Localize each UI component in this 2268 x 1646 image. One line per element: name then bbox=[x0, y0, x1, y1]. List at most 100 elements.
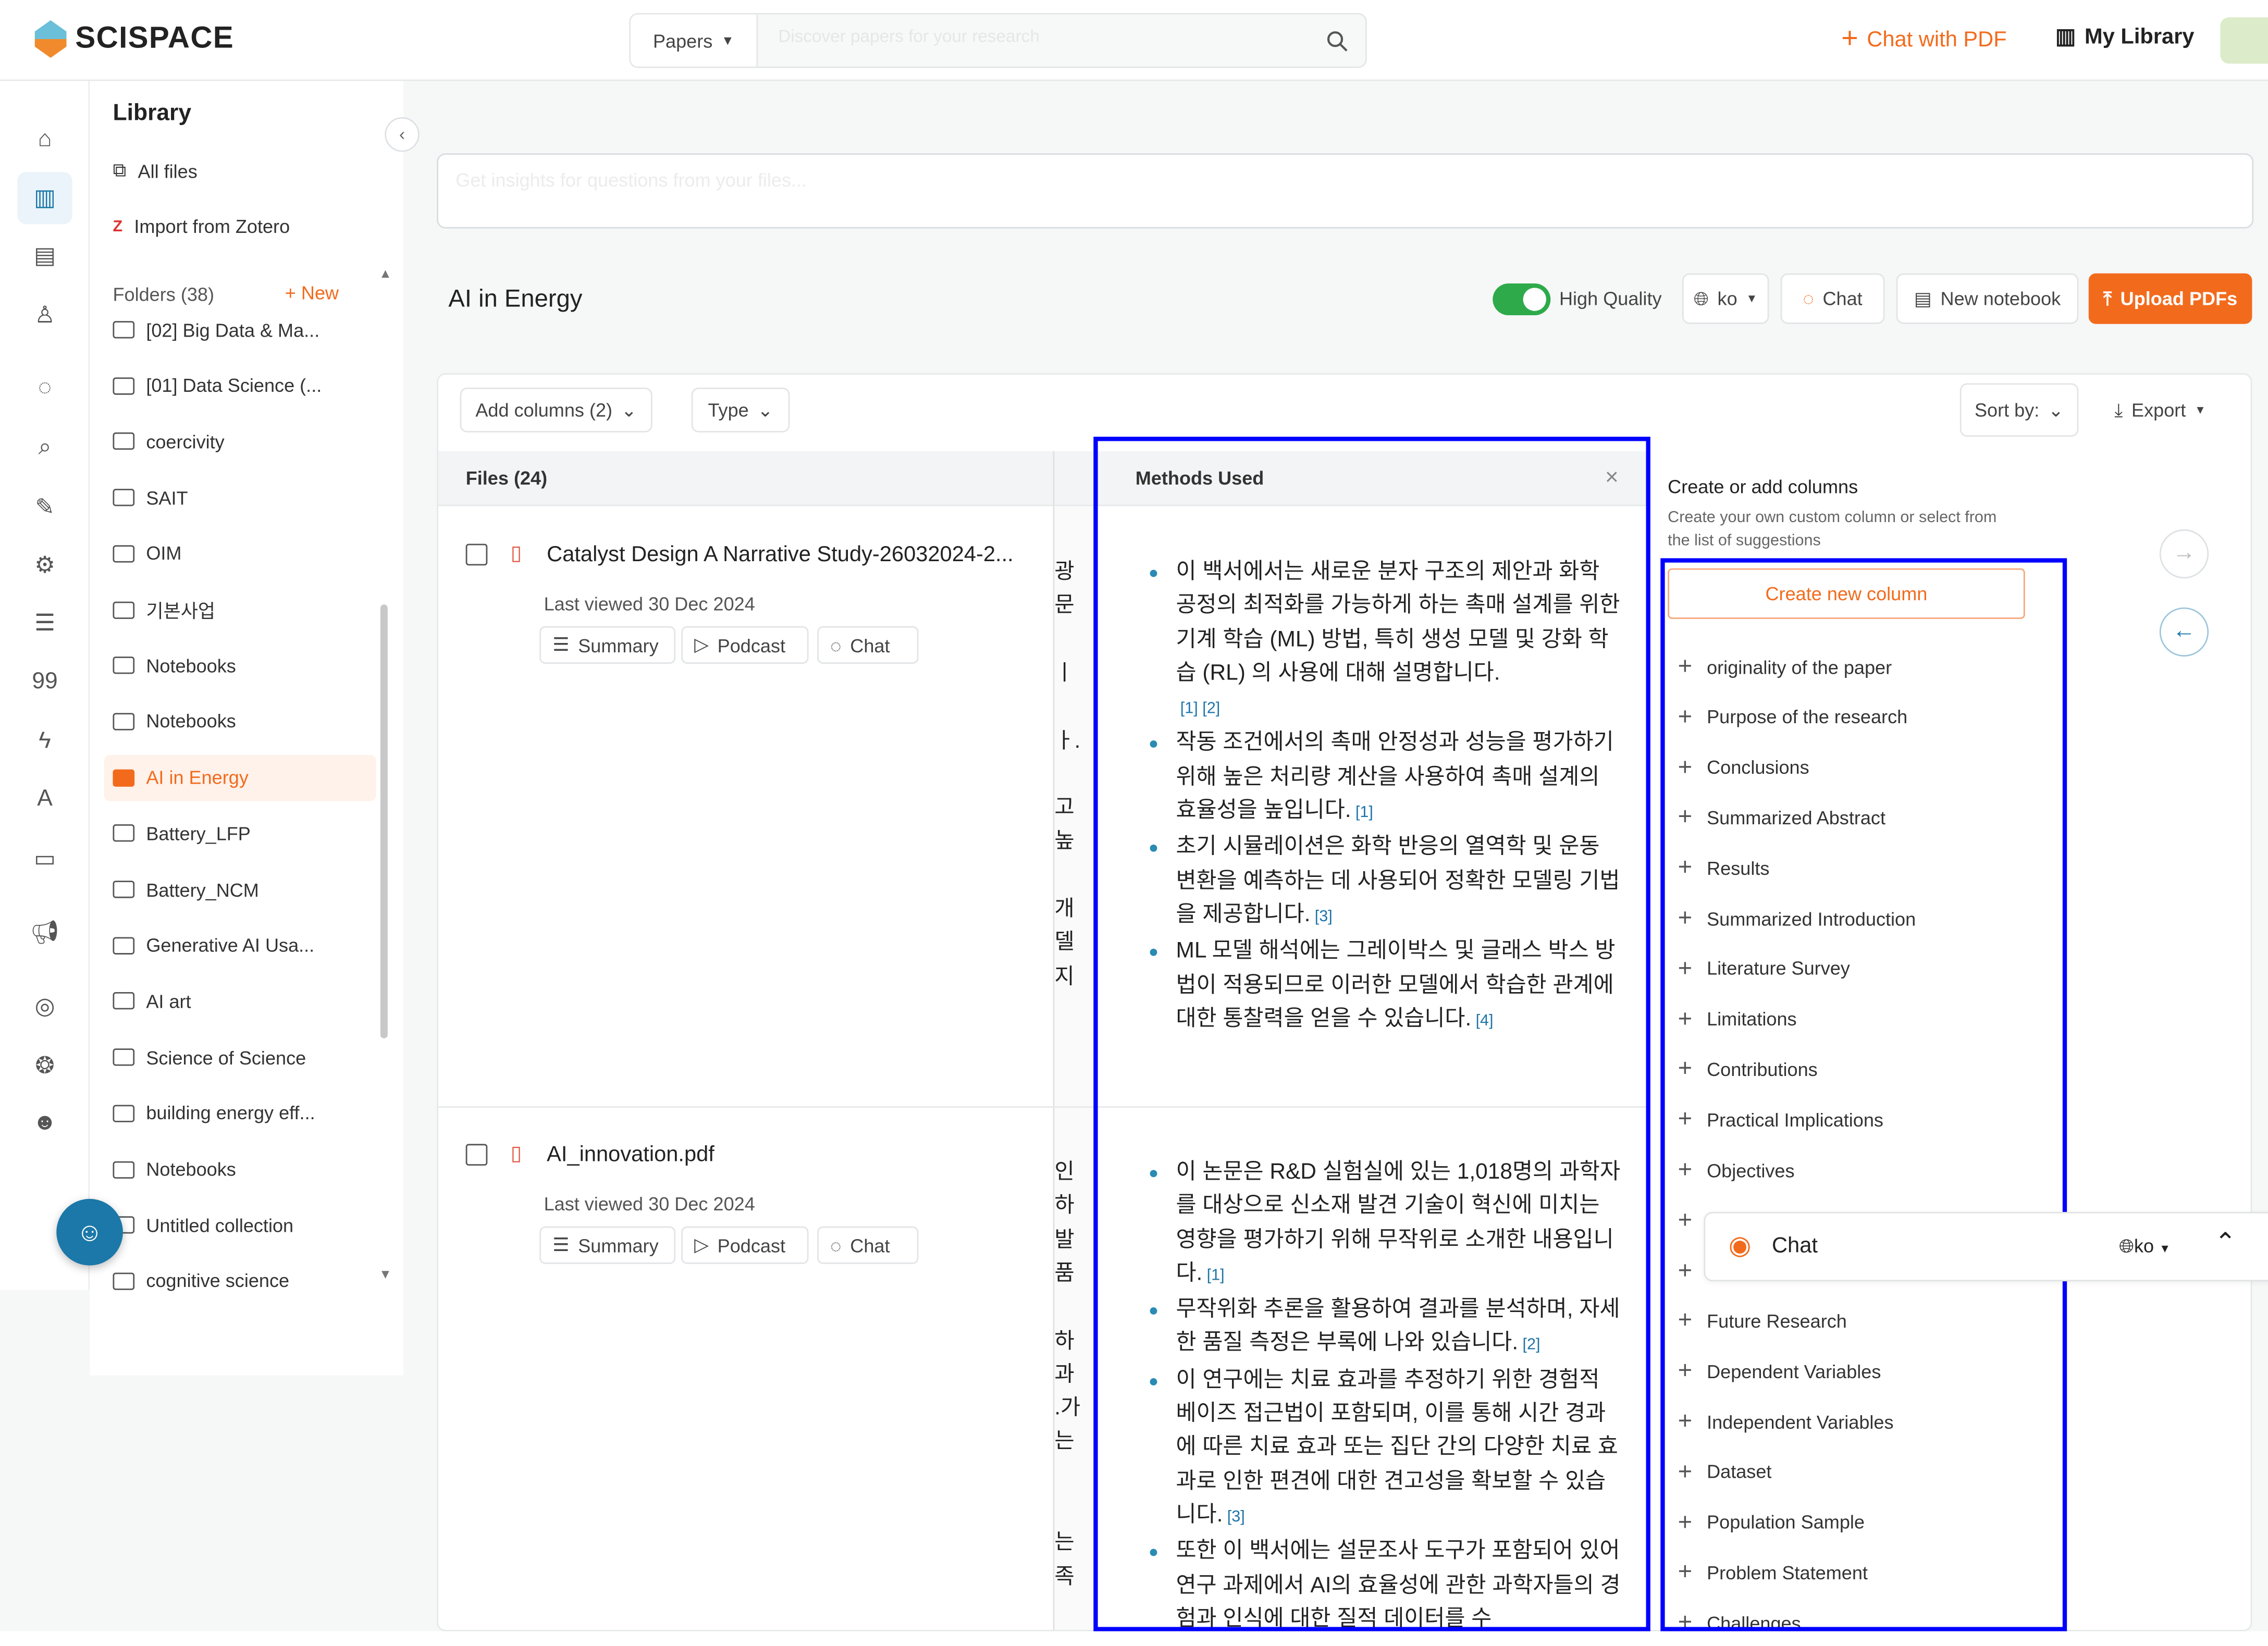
folder-item[interactable]: Notebooks bbox=[104, 698, 376, 745]
summary-icon: ☰ bbox=[552, 633, 570, 655]
import-zotero-link[interactable]: Z Import from Zotero bbox=[113, 216, 290, 238]
app: SCISPACE Papers ▼ Discover papers for you… bbox=[0, 0, 2268, 1646]
add-columns-dropdown[interactable]: Add columns (2) ⌄ bbox=[460, 387, 652, 432]
file-name[interactable]: AI_innovation.pdf bbox=[547, 1143, 1039, 1167]
chat-icon[interactable]: ◌ bbox=[17, 363, 72, 415]
type-filter-dropdown[interactable]: Type ⌄ bbox=[691, 387, 790, 432]
hidden-column-fragment: ㅏ. bbox=[1054, 728, 1081, 753]
chat-label: Chat bbox=[850, 1234, 890, 1256]
podcast-button[interactable]: ▷ Podcast bbox=[681, 1226, 809, 1264]
pen-icon[interactable]: ✎ bbox=[17, 481, 72, 534]
summary-button[interactable]: ☰ Summary bbox=[539, 1226, 676, 1264]
search-icon[interactable]: ⌕ bbox=[17, 422, 72, 474]
folder-item[interactable]: Science of Science bbox=[104, 1034, 376, 1081]
logo[interactable]: SCISPACE bbox=[34, 20, 234, 58]
all-files-link[interactable]: ⧉ All files bbox=[113, 159, 197, 182]
megaphone-icon[interactable]: 📢︎ bbox=[17, 907, 72, 959]
chat-button[interactable]: ◌ Chat bbox=[1780, 273, 1885, 324]
files-header-label: Files (24) bbox=[465, 467, 548, 489]
upload-pdfs-button[interactable]: ⤒ Upload PDFs bbox=[2088, 273, 2252, 324]
chrome-icon[interactable]: ◎ bbox=[17, 981, 72, 1033]
folder-item[interactable]: 기본사업 bbox=[104, 586, 376, 633]
search-scope-dropdown[interactable]: Papers ▼ bbox=[631, 14, 758, 67]
folder-icon bbox=[113, 824, 135, 843]
video-icon[interactable]: ▭ bbox=[17, 833, 72, 885]
high-quality-toggle[interactable] bbox=[1493, 283, 1551, 316]
bolt-icon[interactable]: ϟ bbox=[17, 716, 72, 768]
language-dropdown[interactable]: 🌐︎ ko ▼ bbox=[1682, 273, 1769, 324]
support-avatar-button[interactable]: ☺ bbox=[56, 1198, 123, 1266]
chat-button[interactable]: ◌ Chat bbox=[817, 626, 919, 664]
new-notebook-label: New notebook bbox=[1940, 288, 2061, 310]
my-library-link[interactable]: ▥ My Library bbox=[2055, 23, 2195, 49]
hidden-column-fragment: 인 bbox=[1054, 1159, 1075, 1185]
folder-label: SAIT bbox=[146, 487, 188, 509]
search-input[interactable]: Discover papers for your research bbox=[758, 15, 1308, 67]
notebook-icon[interactable]: ▤ bbox=[17, 230, 72, 282]
folder-item[interactable]: [01] Data Science (... bbox=[104, 363, 376, 409]
user-icon[interactable]: ♙ bbox=[17, 289, 72, 341]
folder-item[interactable]: SAIT bbox=[104, 475, 376, 521]
chat-with-pdf-label: Chat with PDF bbox=[1867, 27, 2007, 52]
scroll-up-icon[interactable]: ▲ bbox=[379, 266, 392, 281]
support-icon: ☺ bbox=[76, 1217, 103, 1246]
scroll-left-button[interactable]: ← bbox=[2159, 607, 2209, 657]
folder-item[interactable]: Battery_NCM bbox=[104, 867, 376, 913]
folder-icon bbox=[113, 1272, 135, 1290]
quote-icon[interactable]: 99 bbox=[17, 657, 72, 709]
export-button[interactable]: ⤓ Export ▼ bbox=[2093, 383, 2228, 437]
sort-by-dropdown[interactable]: Sort by: ⌄ bbox=[1959, 383, 2079, 437]
scroll-right-button[interactable]: → bbox=[2159, 529, 2209, 579]
row-checkbox[interactable] bbox=[465, 543, 488, 566]
chat-button[interactable]: ◌ Chat bbox=[817, 1226, 919, 1264]
folder-scrollbar[interactable] bbox=[380, 604, 388, 1038]
download-icon: ⤓ bbox=[2114, 398, 2123, 420]
folder-item[interactable]: AI art bbox=[104, 978, 376, 1024]
folder-item[interactable]: building energy eff... bbox=[104, 1090, 376, 1136]
summary-button[interactable]: ☰ Summary bbox=[539, 626, 676, 664]
scroll-down-icon[interactable]: ▼ bbox=[379, 1267, 392, 1281]
openai-icon[interactable]: ❂ bbox=[17, 1040, 72, 1092]
folder-item[interactable]: Generative AI Usa... bbox=[104, 922, 376, 969]
insights-input[interactable]: Get insights for questions from your fil… bbox=[437, 153, 2254, 229]
chevron-up-icon[interactable]: ⌃ bbox=[2214, 1228, 2236, 1258]
chat-language-dropdown[interactable]: 🌐︎ko ▼ bbox=[2119, 1235, 2171, 1258]
folder-item[interactable]: coercivity bbox=[104, 418, 376, 465]
upload-label: Upload PDFs bbox=[2120, 288, 2238, 310]
ai-icon[interactable]: A bbox=[17, 774, 72, 826]
search-icon[interactable] bbox=[1308, 15, 1365, 67]
sort-by-label: Sort by: bbox=[1974, 399, 2040, 421]
folder-item[interactable]: [02] Big Data & Ma... bbox=[104, 313, 376, 353]
summary-label: Summary bbox=[578, 1234, 659, 1256]
folder-item[interactable]: Battery_LFP bbox=[104, 810, 376, 857]
podcast-button[interactable]: ▷ Podcast bbox=[681, 626, 809, 664]
folder-item[interactable]: Notebooks bbox=[104, 1146, 376, 1193]
file-name[interactable]: Catalyst Design A Narrative Study-260320… bbox=[547, 542, 1039, 567]
all-files-label: All files bbox=[138, 159, 198, 182]
integrations-icon[interactable]: ⚙ bbox=[17, 539, 72, 591]
folder-label: coercivity bbox=[146, 430, 225, 453]
chat-bar[interactable]: ◉ Chat 🌐︎ko ▼ ⌃ bbox=[1704, 1211, 2268, 1282]
language-label: ko bbox=[1717, 288, 1737, 310]
folder-item[interactable]: Notebooks bbox=[104, 642, 376, 689]
folder-item[interactable]: AI in Energy bbox=[104, 754, 376, 801]
user-avatar[interactable] bbox=[2220, 17, 2268, 64]
collapse-sidebar-button[interactable]: ‹ bbox=[385, 117, 420, 152]
new-folder-button[interactable]: + New bbox=[285, 282, 339, 304]
chevron-down-icon: ⌄ bbox=[2048, 398, 2064, 420]
new-notebook-button[interactable]: ▤ New notebook bbox=[1896, 273, 2079, 324]
chat-with-pdf-link[interactable]: + Chat with PDF bbox=[1841, 23, 2006, 56]
arrow-left-icon: ← bbox=[2172, 618, 2196, 644]
row-checkbox[interactable] bbox=[465, 1144, 488, 1166]
chat-label: Chat bbox=[1822, 288, 1863, 310]
folder-label: AI art bbox=[146, 990, 191, 1012]
folder-item[interactable]: cognitive science bbox=[104, 1258, 376, 1292]
folder-item[interactable]: Untitled collection bbox=[104, 1202, 376, 1248]
home-icon[interactable]: ⌂ bbox=[17, 114, 72, 166]
folder-item[interactable]: OIM bbox=[104, 530, 376, 577]
search-scope-label: Papers bbox=[652, 29, 713, 52]
list-icon[interactable]: ☰ bbox=[17, 597, 72, 649]
library-icon[interactable]: ▥ bbox=[17, 172, 72, 225]
logo-icon bbox=[34, 20, 67, 58]
discord-icon[interactable]: ☻ bbox=[17, 1098, 72, 1150]
